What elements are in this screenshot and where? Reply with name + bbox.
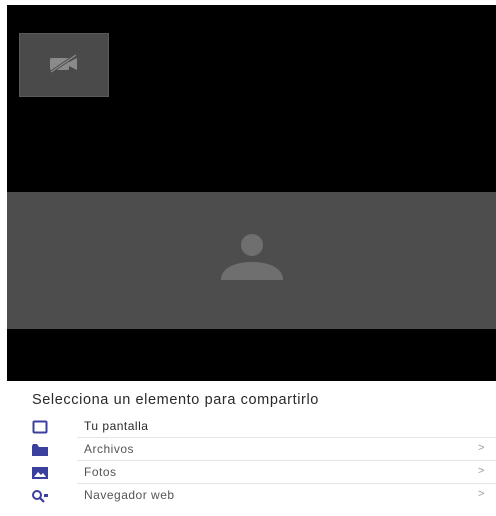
participant-tile[interactable] (7, 192, 496, 329)
person-icon (217, 234, 287, 287)
screen-icon (31, 419, 49, 435)
share-sheet: Selecciona un elemento para compartirlo … (7, 381, 496, 516)
folder-icon (31, 442, 49, 458)
chevron-right-icon: > (478, 442, 485, 454)
screen: Selecciona un elemento para compartirlo … (0, 0, 496, 516)
share-option-label: Archivos (84, 442, 135, 456)
photos-icon (31, 465, 49, 481)
share-option-files[interactable]: Archivos > (7, 439, 496, 461)
video-call-area (7, 5, 496, 381)
web-search-icon (31, 488, 49, 504)
share-option-label: Tu pantalla (84, 419, 149, 433)
share-option-label: Fotos (84, 465, 117, 479)
share-option-screen[interactable]: Tu pantalla (7, 416, 496, 438)
share-option-photos[interactable]: Fotos > (7, 462, 496, 484)
chevron-right-icon: > (478, 488, 485, 500)
self-view-tile[interactable] (19, 33, 109, 97)
share-option-label: Navegador web (84, 488, 175, 502)
video-off-icon (47, 52, 81, 79)
chevron-right-icon: > (478, 465, 485, 477)
share-option-web-browser[interactable]: Navegador web > (7, 485, 496, 507)
share-sheet-title: Selecciona un elemento para compartirlo (32, 392, 319, 408)
